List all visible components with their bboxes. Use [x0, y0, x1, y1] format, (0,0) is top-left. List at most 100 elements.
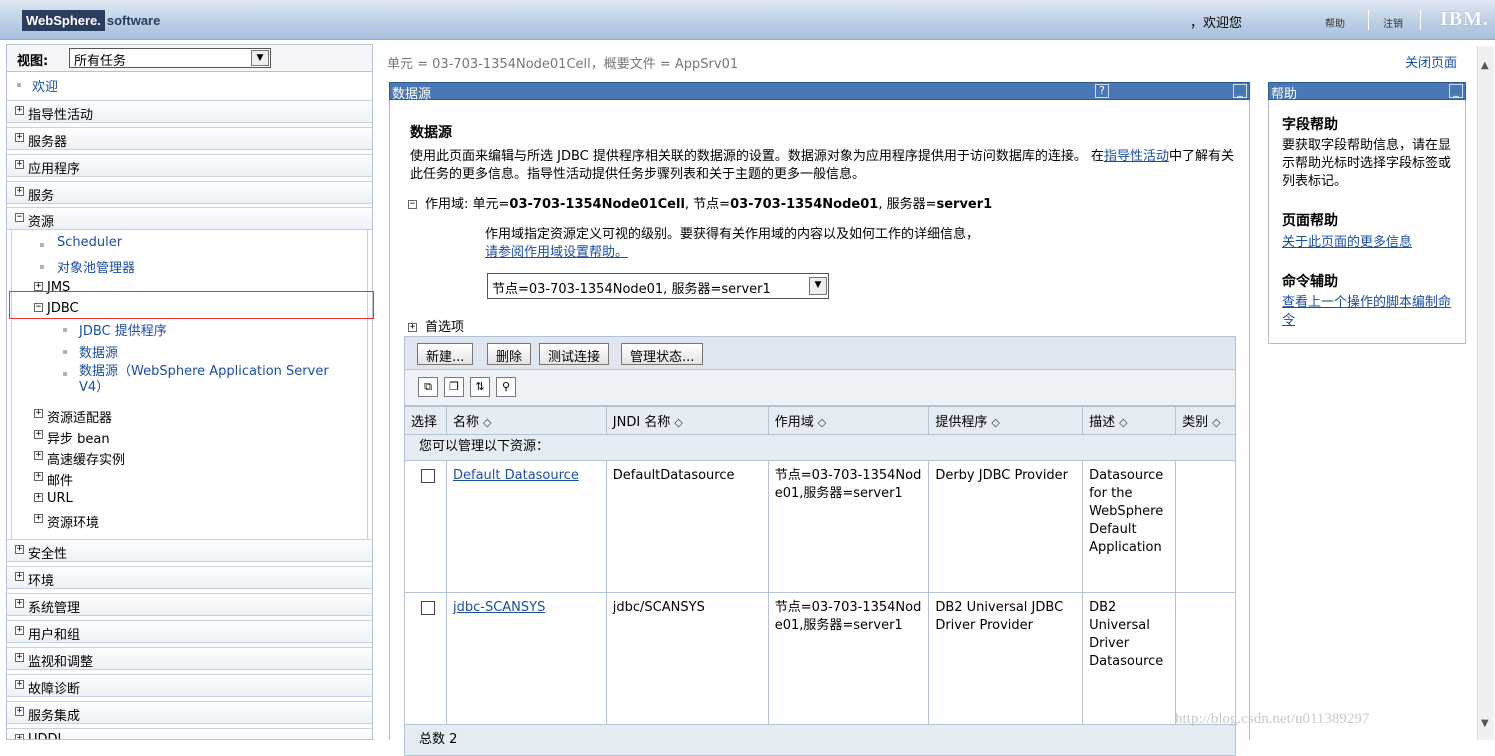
expand-icon[interactable]: + [15, 572, 24, 581]
column-header-description[interactable]: 描述 ◇ [1082, 406, 1177, 435]
help-link[interactable]: 帮助 [1325, 15, 1345, 30]
row-checkbox[interactable] [421, 601, 435, 615]
nav-datasource[interactable]: 数据源 [79, 342, 118, 361]
row-select-cell [404, 592, 447, 725]
bullet-icon [40, 243, 44, 247]
expand-icon[interactable]: + [34, 514, 43, 523]
nav-item-async-beans[interactable]: + 异步 bean [7, 425, 372, 448]
nav-item-services[interactable]: + 服务 [7, 181, 372, 204]
bullet-icon [63, 328, 67, 332]
help-icon[interactable]: ? [1095, 84, 1109, 98]
scope-node: 03-703-1354Node01 [730, 197, 879, 212]
nav-object-pool[interactable]: 对象池管理器 [57, 257, 135, 276]
column-header-provider[interactable]: 提供程序 ◇ [928, 406, 1084, 435]
nav-item-service-integration[interactable]: + 服务集成 [7, 701, 372, 724]
row-checkbox[interactable] [421, 469, 435, 483]
nav-item-uddi[interactable]: + UDDI [7, 728, 372, 739]
guided-activities-link[interactable]: 指导性活动 [1104, 149, 1169, 164]
clear-filter-icon[interactable]: ⚲ [496, 377, 516, 397]
collapse-icon[interactable]: − [408, 200, 417, 209]
nav-datasource-v4[interactable]: 数据源（WebSphere Application Server V4） [79, 364, 344, 396]
expand-icon[interactable]: + [34, 430, 43, 439]
nav-item-monitoring[interactable]: + 监视和调整 [7, 647, 372, 670]
close-page-link[interactable]: 关闭页面 [1405, 52, 1457, 71]
column-header-category[interactable]: 类别 ◇ [1175, 406, 1236, 435]
test-connection-button[interactable]: 测试连接 [539, 343, 610, 365]
datasource-link[interactable]: Default Datasource [453, 468, 579, 483]
nav-item-resource-adapters[interactable]: + 资源适配器 [7, 404, 372, 427]
sort-icon[interactable]: ◇ [1212, 416, 1220, 429]
deselect-all-icon[interactable]: ❐ [444, 377, 464, 397]
nav-item-troubleshooting[interactable]: + 故障诊断 [7, 674, 372, 697]
expand-icon[interactable]: + [15, 680, 24, 689]
expand-icon[interactable]: + [34, 409, 43, 418]
chevron-down-icon[interactable]: ▼ [809, 277, 827, 295]
delete-button[interactable]: 删除 [487, 343, 532, 365]
nav-item-applications[interactable]: + 应用程序 [7, 154, 372, 177]
nav-item-label: 高速缓存实例 [47, 453, 126, 468]
show-filter-icon[interactable]: ⇅ [470, 377, 490, 397]
expand-icon[interactable]: + [34, 282, 43, 291]
nav-item-guided-activities[interactable]: + 指导性活动 [7, 100, 372, 123]
column-header-name[interactable]: 名称 ◇ [445, 406, 607, 435]
sort-icon[interactable]: ◇ [991, 416, 999, 429]
scroll-down-icon[interactable]: ▼ [1481, 718, 1489, 729]
minimize-icon[interactable]: _ [1233, 84, 1247, 98]
datasource-link[interactable]: jdbc-SCANSYS [453, 600, 545, 615]
nav-item-security[interactable]: + 安全性 [7, 539, 372, 562]
nav-item-mail[interactable]: + 邮件 [7, 467, 372, 490]
scroll-up-icon[interactable]: ▲ [1481, 60, 1489, 71]
expand-icon[interactable]: + [15, 187, 24, 196]
command-assist-link[interactable]: 查看上一个操作的脚本编制命令 [1282, 294, 1452, 330]
nav-item-users-groups[interactable]: + 用户和组 [7, 620, 372, 643]
logout-link[interactable]: 注销 [1383, 15, 1403, 30]
column-header-jndi[interactable]: JNDI 名称 ◇ [605, 406, 769, 435]
chevron-down-icon[interactable]: ▼ [251, 50, 269, 66]
nav-welcome[interactable]: 欢迎 [32, 76, 58, 95]
expand-icon[interactable]: + [15, 160, 24, 169]
expand-icon[interactable]: + [408, 323, 417, 332]
sort-icon[interactable]: ◇ [1119, 416, 1127, 429]
collapse-icon[interactable]: − [15, 213, 24, 222]
scope-prefix: 作用域: 单元= [425, 197, 510, 212]
nav-item-environment[interactable]: + 环境 [7, 566, 372, 589]
nav-item-url[interactable]: + URL [7, 488, 372, 511]
expand-icon[interactable]: + [15, 599, 24, 608]
nav-item-cache-instances[interactable]: + 高速缓存实例 [7, 446, 372, 469]
expand-icon[interactable]: + [15, 106, 24, 115]
nav-item-resource-env[interactable]: + 资源环境 [7, 509, 372, 532]
scope-help-link[interactable]: 请参阅作用域设置帮助。 [485, 245, 628, 260]
manage-state-button[interactable]: 管理状态... [621, 343, 704, 365]
new-button[interactable]: 新建... [417, 343, 474, 365]
page-help-link[interactable]: 关于此页面的更多信息 [1282, 234, 1457, 252]
expand-icon[interactable]: + [34, 451, 43, 460]
column-header-scope[interactable]: 作用域 ◇ [767, 406, 930, 435]
sort-icon[interactable]: ◇ [483, 416, 491, 429]
scope-select[interactable]: 节点=03-703-1354Node01, 服务器=server1 ▼ [487, 273, 829, 299]
bullet-icon [40, 265, 44, 269]
expand-icon[interactable]: + [15, 626, 24, 635]
view-bar: 视图: 所有任务 ▼ [7, 45, 372, 72]
expand-icon[interactable]: + [15, 545, 24, 554]
minimize-icon[interactable]: _ [1449, 84, 1463, 98]
expand-icon[interactable]: + [15, 734, 24, 739]
sort-icon[interactable]: ◇ [674, 416, 682, 429]
select-all-icon[interactable]: ⧉ [418, 377, 438, 397]
nav-item-system-admin[interactable]: + 系统管理 [7, 593, 372, 616]
nav-scheduler[interactable]: Scheduler [57, 235, 122, 250]
vertical-scrollbar[interactable]: ▲ ▼ [1477, 46, 1494, 740]
nav-jdbc-provider[interactable]: JDBC 提供程序 [79, 320, 167, 339]
selection-highlight [9, 291, 374, 319]
nav-item-resources[interactable]: − 资源 [7, 207, 372, 230]
preferences-toggle[interactable]: + 首选项 [408, 316, 464, 335]
expand-icon[interactable]: + [15, 707, 24, 716]
expand-icon[interactable]: + [34, 493, 43, 502]
sort-icon[interactable]: ◇ [818, 416, 826, 429]
expand-icon[interactable]: + [34, 472, 43, 481]
nav-item-servers[interactable]: + 服务器 [7, 127, 372, 150]
expand-icon[interactable]: + [15, 653, 24, 662]
view-select[interactable]: 所有任务 ▼ [69, 48, 271, 69]
column-header-label: 名称 [452, 415, 479, 430]
navigation-tree: 视图: 所有任务 ▼ 欢迎 + 指导性活动 + 服务器 + 应用程序 + 服务 … [6, 44, 373, 740]
expand-icon[interactable]: + [15, 133, 24, 142]
